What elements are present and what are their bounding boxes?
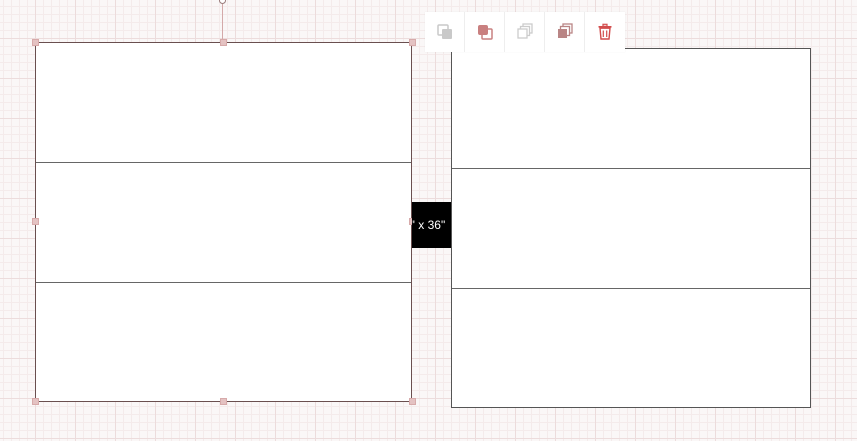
resize-handle-bottom-left[interactable] xyxy=(32,398,39,405)
bring-to-front-button[interactable] xyxy=(545,12,585,52)
panel-divider xyxy=(452,168,810,169)
trash-icon xyxy=(598,23,612,40)
bring-forward-icon xyxy=(477,25,493,40)
resize-handle-top-right[interactable] xyxy=(409,39,416,46)
panel-divider xyxy=(36,282,411,283)
bring-forward-button[interactable] xyxy=(465,12,505,52)
resize-handle-bottom-middle[interactable] xyxy=(220,398,227,405)
rotation-handle-line xyxy=(222,4,223,42)
send-to-back-button[interactable] xyxy=(505,12,545,52)
panel-right[interactable] xyxy=(451,48,811,408)
dimension-label: 7" x 36" xyxy=(412,202,451,248)
resize-handle-bottom-right[interactable] xyxy=(409,398,416,405)
panel-left[interactable] xyxy=(35,42,412,402)
panel-divider xyxy=(36,162,411,163)
bring-to-front-icon xyxy=(557,23,573,38)
send-backward-button[interactable] xyxy=(425,12,465,52)
arrange-toolbar xyxy=(425,12,625,52)
panel-divider xyxy=(452,288,810,289)
send-to-back-icon xyxy=(516,23,533,39)
rotation-handle[interactable] xyxy=(219,0,226,4)
send-backward-icon xyxy=(436,24,452,39)
resize-handle-top-middle[interactable] xyxy=(220,39,227,46)
delete-button[interactable] xyxy=(585,12,625,52)
resize-handle-middle-left[interactable] xyxy=(32,218,39,225)
resize-handle-top-left[interactable] xyxy=(32,39,39,46)
